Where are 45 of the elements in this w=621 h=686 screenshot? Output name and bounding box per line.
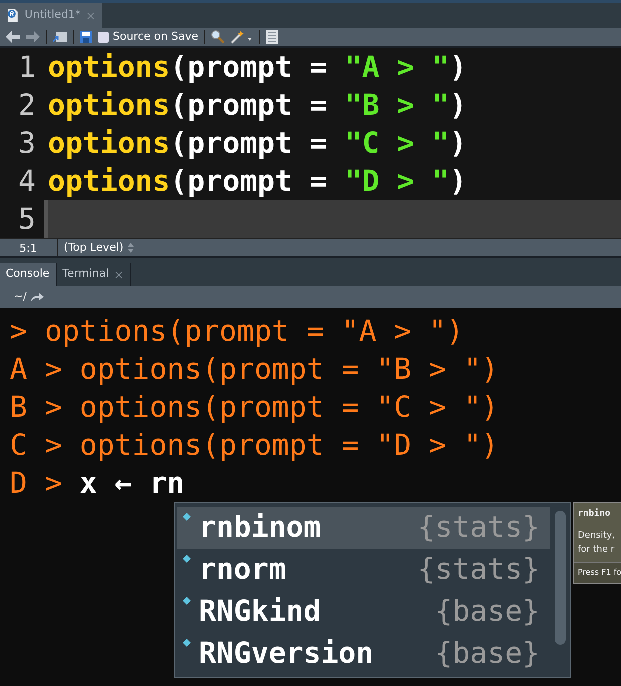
cursor-position: 5:1 [0, 239, 58, 256]
back-icon[interactable] [6, 31, 20, 43]
r-file-icon [6, 8, 20, 23]
console-prompt: C > [10, 428, 62, 462]
function-icon [183, 639, 191, 647]
console-prompt: > [10, 314, 28, 348]
console-output: options(prompt = "D > ") [80, 428, 499, 462]
tooltip-text: Density, [578, 530, 616, 542]
code-line: options(prompt = "D > ") [48, 163, 468, 200]
notebook-icon[interactable] [266, 30, 278, 44]
console-tab[interactable]: Console [0, 263, 57, 286]
function-icon [183, 597, 191, 605]
forward-icon[interactable] [26, 31, 40, 43]
tooltip-title: rnbino [577, 508, 612, 521]
function-icon [183, 555, 191, 563]
code-line: options(prompt = "B > ") [48, 87, 468, 124]
line-number: 5 [0, 200, 48, 238]
console-output: options(prompt = "C > ") [80, 390, 499, 424]
save-icon[interactable] [80, 31, 92, 43]
console-prompt: A > [10, 352, 62, 386]
console-output: options(prompt = "A > ") [44, 314, 464, 348]
tooltip-footer: Press F1 fo [574, 562, 621, 582]
search-icon[interactable] [211, 30, 226, 44]
tooltip-text: for the r [578, 544, 616, 556]
console-output: options(prompt = "B > ") [80, 352, 499, 386]
magic-wand-icon[interactable] [231, 30, 254, 44]
scope-selector[interactable]: (Top Level) [64, 238, 124, 257]
typed-command-text: x ← rn [80, 466, 185, 500]
console-prompt: D > [10, 466, 62, 500]
completion-item[interactable]: rnbinom {stats} [177, 507, 550, 549]
scrollbar[interactable] [555, 511, 566, 645]
completion-item[interactable]: rnorm {stats} [177, 549, 550, 591]
completion-item[interactable]: RNGkind {base} [177, 591, 550, 633]
completion-item[interactable]: RNGversion {base} [177, 633, 550, 675]
working-directory: ~/ [14, 288, 27, 305]
console-prompt: B > [10, 390, 62, 424]
go-to-directory-icon[interactable] [30, 292, 44, 302]
code-line: options(prompt = "C > ") [48, 125, 468, 162]
show-in-window-icon[interactable] [53, 31, 67, 43]
code-line: options(prompt = "A > ") [48, 49, 468, 86]
checkbox-label: Source on Save [113, 28, 198, 45]
function-icon [183, 513, 191, 521]
updown-icon[interactable] [128, 242, 134, 252]
source-on-save-checkbox[interactable] [98, 32, 109, 42]
tab-title: Untitled1* [24, 7, 81, 24]
